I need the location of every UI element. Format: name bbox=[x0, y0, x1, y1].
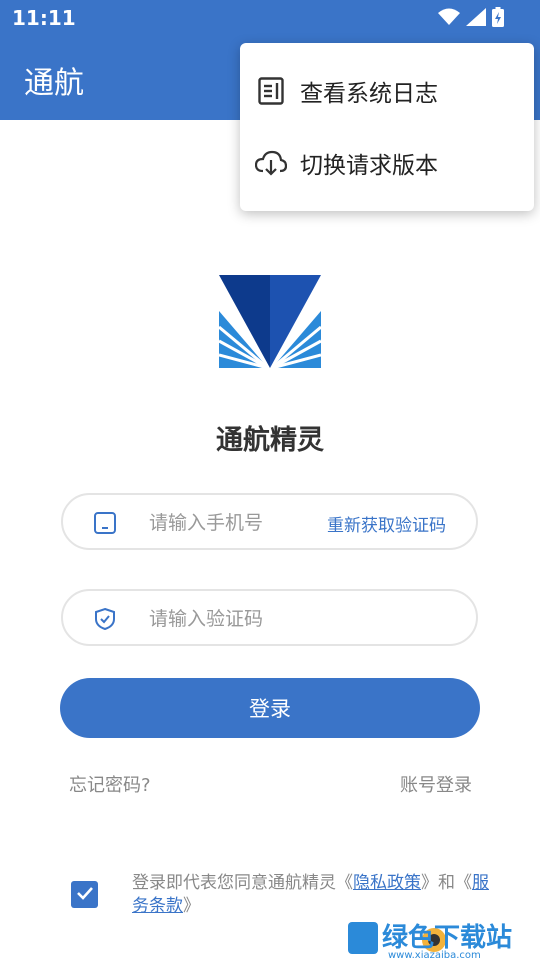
app-bar-title: 通航 bbox=[24, 66, 84, 101]
overflow-menu: 查看系统日志 切换请求版本 bbox=[240, 43, 534, 211]
battery-charging-icon bbox=[492, 7, 504, 31]
agreement-text: 登录即代表您同意通航精灵《隐私政策》和《服务条款》 bbox=[132, 872, 492, 918]
cloud-download-icon bbox=[254, 146, 288, 180]
privacy-policy-link[interactable]: 隐私政策 bbox=[353, 873, 421, 893]
agreement-checkbox[interactable] bbox=[71, 881, 98, 908]
app-name: 通航精灵 bbox=[216, 425, 324, 456]
agreement-prefix: 登录即代表您同意通航精灵 bbox=[132, 873, 336, 893]
wifi-icon bbox=[438, 8, 460, 30]
phone-icon bbox=[93, 511, 117, 535]
account-login-link[interactable]: 账号登录 bbox=[400, 771, 472, 797]
quote-open: 《 bbox=[336, 873, 353, 893]
quote-open-2: 《 bbox=[455, 873, 472, 893]
code-input[interactable] bbox=[147, 601, 441, 637]
forgot-password-link[interactable]: 忘记密码? bbox=[69, 771, 151, 797]
status-icons bbox=[438, 7, 504, 31]
app-logo bbox=[218, 275, 322, 370]
quote-close-2: 》 bbox=[183, 896, 200, 916]
status-bar: 11:11 bbox=[0, 0, 540, 36]
menu-item-switch-version[interactable]: 切换请求版本 bbox=[240, 127, 534, 199]
menu-item-label: 查看系统日志 bbox=[300, 81, 438, 107]
watermark: 绿色下载站 www.xiazaiba.com bbox=[346, 914, 540, 961]
quote-close: 》 bbox=[421, 873, 438, 893]
resend-code-button[interactable]: 重新获取验证码 bbox=[327, 511, 446, 536]
status-time: 11:11 bbox=[12, 6, 76, 30]
watermark-brand: 绿色下载站 bbox=[382, 922, 512, 953]
shield-check-icon bbox=[93, 607, 117, 631]
watermark-url: www.xiazaiba.com bbox=[388, 950, 481, 960]
agreement-and: 和 bbox=[438, 873, 455, 893]
menu-item-view-logs[interactable]: 查看系统日志 bbox=[240, 55, 534, 127]
phone-input[interactable] bbox=[147, 505, 321, 541]
check-icon bbox=[75, 883, 95, 907]
log-icon bbox=[254, 74, 288, 108]
signal-icon bbox=[466, 8, 486, 30]
login-button[interactable]: 登录 bbox=[60, 678, 480, 738]
menu-item-label: 切换请求版本 bbox=[300, 153, 438, 179]
code-field bbox=[61, 589, 478, 646]
phone-field: 重新获取验证码 bbox=[61, 493, 478, 550]
